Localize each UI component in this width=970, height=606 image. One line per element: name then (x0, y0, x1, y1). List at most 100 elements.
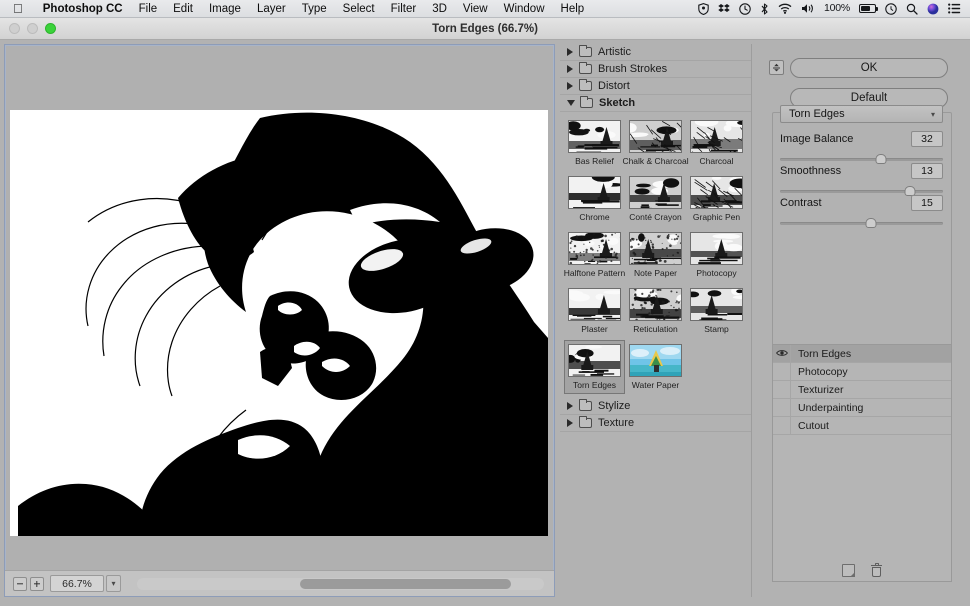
filter-thumbnail-halftone-pattern[interactable]: Halftone Pattern (564, 228, 625, 282)
preview-image[interactable] (10, 110, 548, 536)
filter-thumbnail-graphic-pen[interactable]: Graphic Pen (686, 172, 747, 226)
filter-thumbnail-label: Torn Edges (573, 380, 616, 390)
filter-thumbnail-label: Halftone Pattern (563, 268, 626, 278)
filter-thumbnail-cont-crayon[interactable]: Conté Crayon (625, 172, 686, 226)
menu-item-select[interactable]: Select (335, 0, 383, 18)
menu-item-image[interactable]: Image (201, 0, 249, 18)
effect-panel-toolbar (773, 559, 951, 581)
effect-layer-label: Cutout (798, 419, 829, 432)
collapse-panel-icon[interactable] (769, 60, 784, 75)
trash-delete-icon[interactable] (871, 562, 882, 577)
notification-center-icon[interactable] (948, 3, 961, 14)
filter-thumbnail-bas-relief[interactable]: Bas Relief (564, 116, 625, 170)
filter-thumbnail-photocopy[interactable]: Photocopy (686, 228, 747, 282)
slider-track-container[interactable] (780, 217, 943, 229)
effect-layer-row[interactable]: Torn Edges (773, 345, 951, 363)
filter-category-stylize[interactable]: Stylize (560, 398, 751, 415)
menu-item-photoshop[interactable]: Photoshop CC (35, 0, 131, 18)
slider-value-field[interactable]: 32 (911, 131, 943, 147)
filter-preview-image (629, 344, 682, 377)
preview-canvas[interactable] (8, 48, 551, 570)
effect-layer-row[interactable]: Underpainting (773, 399, 951, 417)
zoom-in-icon[interactable] (30, 576, 44, 591)
slider-label: Contrast (780, 197, 822, 209)
filter-category-artistic[interactable]: Artistic (560, 44, 751, 61)
menu-item-view[interactable]: View (455, 0, 496, 18)
preview-horizontal-scrollbar[interactable] (137, 577, 544, 590)
battery-charging-icon[interactable] (859, 4, 878, 13)
filter-preview-image (568, 344, 621, 377)
effect-layer-row[interactable]: Photocopy (773, 363, 951, 381)
menu-item-filter[interactable]: Filter (383, 0, 425, 18)
dropbox-icon[interactable] (718, 3, 730, 15)
filter-thumbnail-plaster[interactable]: Plaster (564, 284, 625, 338)
filter-category-brush-strokes[interactable]: Brush Strokes (560, 61, 751, 78)
eye-visibility-icon[interactable] (773, 381, 791, 398)
filter-thumbnail-note-paper[interactable]: Note Paper (625, 228, 686, 282)
filter-thumbnail-water-paper[interactable]: Water Paper (625, 340, 686, 394)
filter-thumbnail-chrome[interactable]: Chrome (564, 172, 625, 226)
menu-item-window[interactable]: Window (496, 0, 553, 18)
filter-thumbnail-label: Reticulation (633, 324, 678, 334)
category-label: Stylize (598, 400, 631, 412)
filter-select-dropdown[interactable]: Torn Edges ▾ (780, 105, 943, 123)
filter-thumbnail-reticulation[interactable]: Reticulation (625, 284, 686, 338)
filter-thumbnail-torn-edges[interactable]: Torn Edges (564, 340, 625, 394)
category-label: Distort (598, 80, 630, 92)
filter-thumbnail-chalk-charcoal[interactable]: Chalk & Charcoal (622, 116, 689, 170)
filter-preview-image (568, 288, 621, 321)
clock-icon[interactable] (885, 2, 897, 15)
slider-value-field[interactable]: 15 (911, 195, 943, 211)
chevron-right-icon (567, 419, 573, 427)
menu-item-3d[interactable]: 3D (424, 0, 455, 18)
zoom-out-icon[interactable] (13, 576, 27, 591)
slider-thumb[interactable] (865, 218, 877, 228)
preview-pane: 66.7% ▾ (4, 44, 555, 597)
filter-thumbnail-stamp[interactable]: Stamp (686, 284, 747, 338)
ok-button[interactable]: OK (790, 58, 948, 78)
filter-category-distort[interactable]: Distort (560, 78, 751, 95)
chevron-right-icon (567, 48, 573, 56)
shield-icon[interactable] (698, 2, 709, 15)
effect-layer-list: Torn Edges Photocopy Texturizer Underpainti… (773, 345, 951, 435)
eye-visibility-icon[interactable] (773, 417, 791, 434)
filter-category-texture[interactable]: Texture (560, 415, 751, 432)
bluetooth-icon[interactable] (760, 2, 769, 15)
preview-bottom-bar: 66.7% ▾ (5, 570, 554, 596)
filter-category-sketch[interactable]: Sketch (560, 95, 751, 112)
menu-item-file[interactable]: File (131, 0, 166, 18)
menu-item-layer[interactable]: Layer (249, 0, 294, 18)
filter-thumbnail-label: Photocopy (696, 268, 737, 278)
zoom-level-field[interactable]: 66.7% (50, 575, 104, 592)
time-machine-icon[interactable] (739, 2, 751, 15)
battery-percentage-label: 100% (823, 2, 850, 15)
slider-value-field[interactable]: 13 (911, 163, 943, 179)
filter-thumbnail-label: Water Paper (631, 380, 680, 390)
effect-layer-row[interactable]: Cutout (773, 417, 951, 435)
chevron-right-icon (567, 65, 573, 73)
effect-layer-label: Photocopy (798, 365, 848, 378)
menu-item-help[interactable]: Help (553, 0, 593, 18)
folder-icon (578, 78, 592, 91)
menu-item-type[interactable]: Type (294, 0, 335, 18)
eye-visibility-icon[interactable] (773, 345, 791, 362)
menubar-status-tray: 100% (698, 2, 970, 15)
eye-visibility-icon[interactable] (773, 399, 791, 416)
slider-track (780, 222, 943, 225)
volume-icon[interactable] (801, 3, 815, 14)
siri-icon[interactable] (927, 3, 939, 15)
slider-label: Smoothness (780, 165, 842, 177)
scrollbar-thumb[interactable] (299, 578, 512, 589)
filter-thumbnail-label: Charcoal (699, 156, 734, 166)
new-effect-layer-icon[interactable] (842, 563, 855, 577)
category-label: Artistic (598, 46, 631, 58)
effect-layer-row[interactable]: Texturizer (773, 381, 951, 399)
spotlight-search-icon[interactable] (906, 3, 918, 15)
chevron-down-icon[interactable]: ▾ (106, 575, 121, 592)
apple-logo-icon[interactable]:  (0, 2, 35, 15)
filter-thumbnail-charcoal[interactable]: Charcoal (686, 116, 747, 170)
filter-preview-image (690, 288, 743, 321)
eye-visibility-icon[interactable] (773, 363, 791, 380)
wifi-icon[interactable] (778, 3, 792, 14)
menu-item-edit[interactable]: Edit (165, 0, 201, 18)
